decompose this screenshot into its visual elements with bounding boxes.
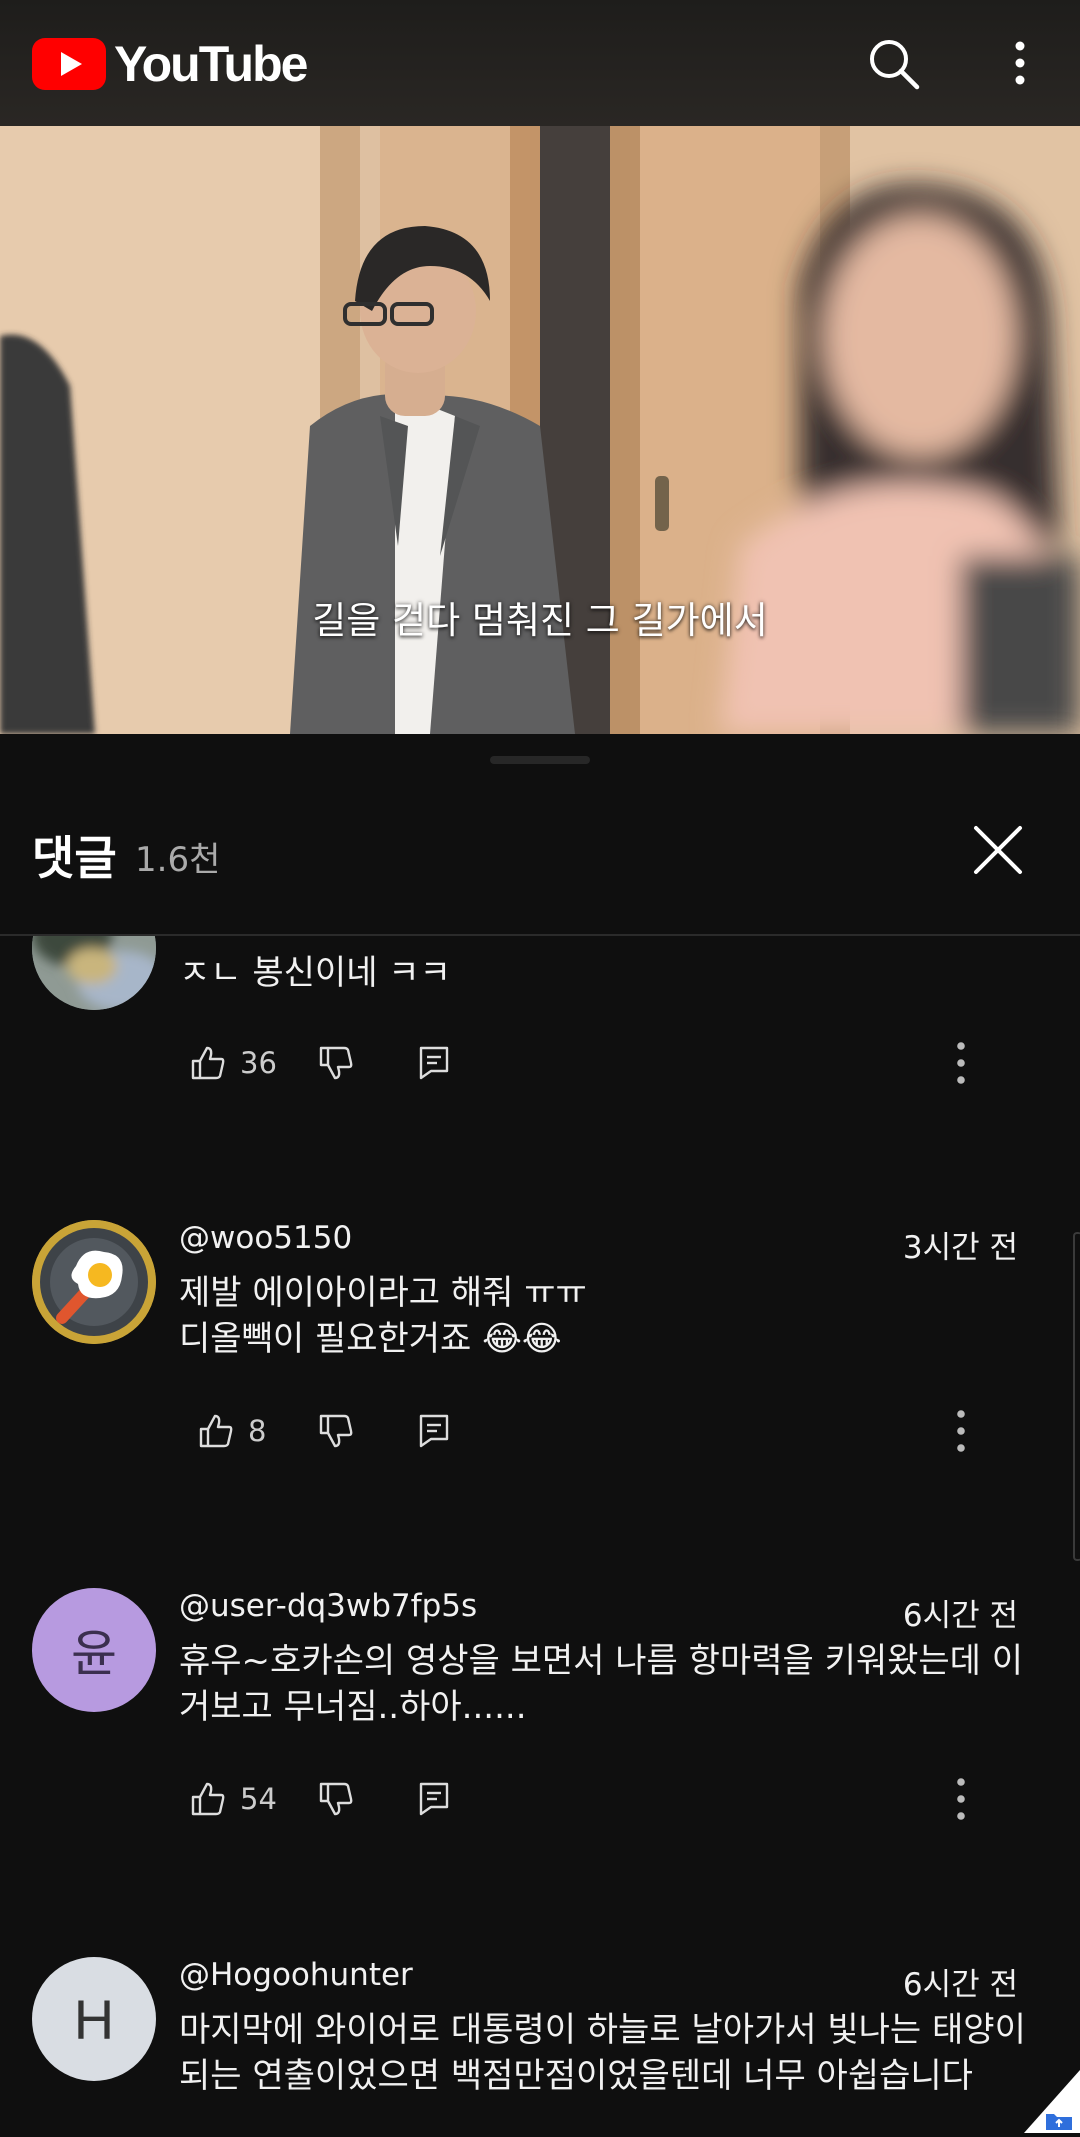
comment-text: 마지막에 와이어로 대통령이 하늘로 날아가서 빛나는 태양이 되는 연출이었으… (179, 2007, 1039, 2099)
comment-more-button[interactable] (946, 1406, 976, 1456)
logo-text: YouTube (114, 36, 308, 92)
comment-author[interactable]: @Hogoohunter (179, 1957, 413, 1993)
comments-title: 댓글 (32, 831, 117, 885)
avatar[interactable] (32, 1220, 156, 1344)
comment-author[interactable]: @user-dq3wb7fp5s (179, 1588, 477, 1624)
comments-count: 1.6천 (135, 840, 221, 880)
like-count: 54 (240, 1782, 277, 1816)
dislike-button[interactable] (318, 1406, 354, 1456)
close-comments-button[interactable] (970, 822, 1026, 878)
search-icon (870, 40, 920, 90)
comment-text: 휴우~호카손의 영상을 보면서 나름 항마력을 키워왔는데 이 거보고 무너짐.… (179, 1638, 1039, 1730)
comment-text-line: 거보고 무너짐..하아...... (179, 1687, 527, 1727)
youtube-logo[interactable]: YouTube (32, 36, 308, 92)
comment-text-line: 마지막에 와이어로 대통령이 하늘로 날아가서 빛나는 태양이 (179, 2010, 1026, 2050)
folder-upload-icon (1024, 2070, 1080, 2133)
reply-icon (419, 1782, 449, 1816)
comment-actions: 54 (190, 1774, 1050, 1824)
like-button[interactable]: 36 (190, 1038, 277, 1088)
like-count: 36 (240, 1046, 277, 1080)
video-player[interactable]: 길을 걷다 멈춰진 그 길가에서 (0, 126, 1080, 734)
more-vert-icon (957, 1778, 965, 1820)
reply-button[interactable] (418, 1406, 450, 1456)
comment-author[interactable]: @woo5150 (179, 1220, 352, 1256)
folder-upload-badge[interactable] (1024, 2070, 1080, 2133)
thumb-up-icon (191, 1782, 225, 1816)
comment-item: @woo5150 3시간 전 제발 에이아이라고 해줘 ㅠㅠ 디올빽이 필요한거… (0, 1220, 1080, 1540)
top-app-bar: YouTube (0, 0, 1080, 126)
video-subtitle: 길을 걷다 멈춰진 그 길가에서 (312, 599, 768, 642)
scrollbar[interactable] (1073, 1232, 1080, 1561)
thumb-down-icon (319, 1046, 353, 1080)
dislike-button[interactable] (318, 1038, 354, 1088)
comment-more-button[interactable] (946, 1774, 976, 1824)
close-icon (974, 826, 1022, 874)
like-button[interactable]: 54 (190, 1774, 277, 1824)
comment-text: 제발 에이아이라고 해줘 ㅠㅠ 디올빽이 필요한거죠 😂😂 (179, 1270, 1039, 1362)
like-button[interactable]: 8 (198, 1406, 266, 1456)
comment-text-line: 휴우~호카손의 영상을 보면서 나름 항마력을 키워왔는데 이 (179, 1641, 1024, 1681)
reply-button[interactable] (418, 1038, 450, 1088)
avatar-image (32, 936, 156, 1010)
comment-more-button[interactable] (946, 1038, 976, 1088)
avatar-letter: 윤 (71, 1625, 117, 1683)
comment-text-line: 제발 에이아이라고 해줘 ㅠㅠ (179, 1273, 587, 1313)
thumb-up-icon (191, 1046, 225, 1080)
dislike-button[interactable] (318, 1774, 354, 1824)
comment-time: 3시간 전 (902, 1230, 1018, 1266)
comment-time: 6시간 전 (902, 1598, 1018, 1634)
thumb-up-icon (199, 1414, 233, 1448)
search-button[interactable] (866, 36, 922, 92)
avatar-letter: H (73, 1987, 115, 2051)
comment-text-line: 디올빽이 필요한거죠 😂😂 (179, 1319, 562, 1359)
egg-pan-icon (32, 1220, 156, 1344)
comments-header: 댓글 1.6천 (0, 800, 1080, 935)
comment-text-line: 되는 연출이었으면 백점만점이었을텐데 너무 아쉽습니다 (179, 2056, 973, 2096)
comment-actions: 36 (190, 1038, 1050, 1088)
thumb-down-icon (319, 1782, 353, 1816)
comment-item: ㅈㄴ 봉신이네 ㅋㅋ 36 (0, 936, 1080, 1136)
more-options-button[interactable] (1000, 36, 1040, 92)
reply-icon (419, 1046, 449, 1080)
comment-item: H @Hogoohunter 6시간 전 마지막에 와이어로 대통령이 하늘로 … (0, 1957, 1080, 2133)
panel-drag-handle[interactable] (490, 756, 590, 764)
thumb-down-icon (319, 1414, 353, 1448)
avatar[interactable] (32, 936, 156, 1010)
comment-item: 윤 @user-dq3wb7fp5s 6시간 전 휴우~호카손의 영상을 보면서… (0, 1588, 1080, 1908)
avatar[interactable]: 윤 (32, 1588, 156, 1712)
reply-icon (419, 1414, 449, 1448)
more-vert-icon (957, 1410, 965, 1452)
youtube-play-icon (32, 38, 106, 90)
comment-actions: 8 (190, 1406, 1050, 1456)
like-count: 8 (248, 1414, 267, 1448)
more-vert-icon (1015, 41, 1025, 85)
comments-list[interactable]: ㅈㄴ 봉신이네 ㅋㅋ 36 @woo5150 3시간 전 제발 에이아이라고 해… (0, 936, 1080, 2133)
reply-button[interactable] (418, 1774, 450, 1824)
comment-text: ㅈㄴ 봉신이네 ㅋㅋ (179, 953, 451, 993)
more-vert-icon (957, 1042, 965, 1084)
comment-time: 6시간 전 (902, 1967, 1018, 2003)
avatar[interactable]: H (32, 1957, 156, 2081)
